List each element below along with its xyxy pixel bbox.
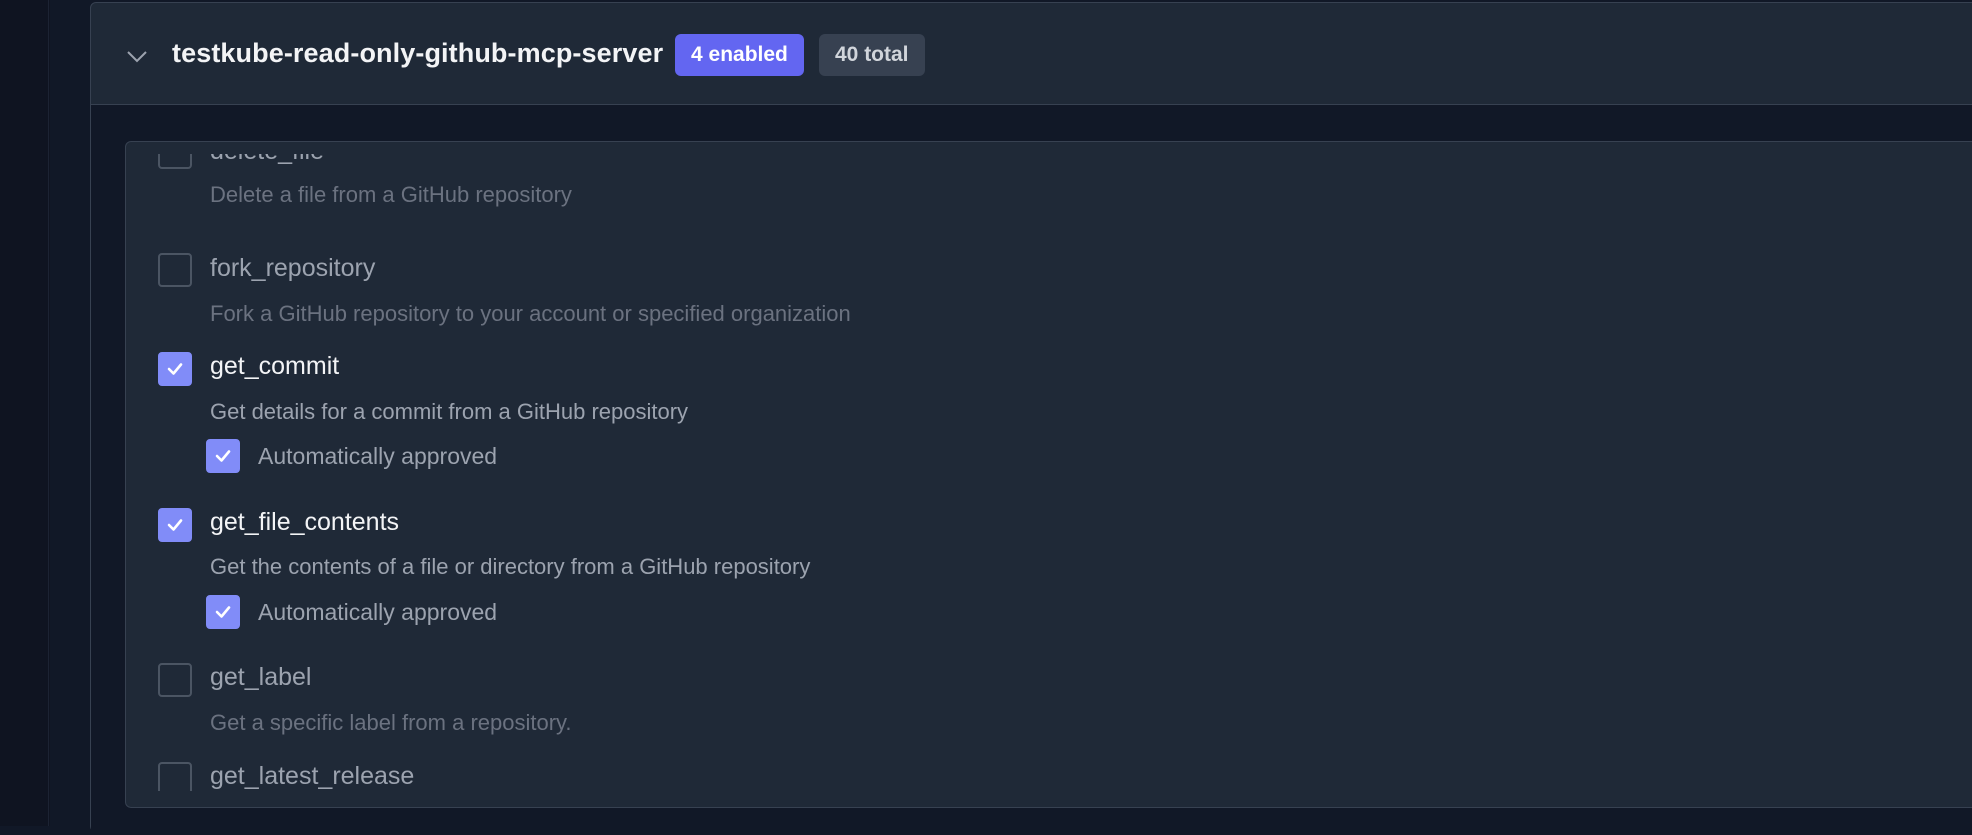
auto-approve-checkbox[interactable] [206,439,240,473]
mcp-server-card: testkube-read-only-github-mcp-server 4 e… [90,2,1972,835]
total-count-badge: 40 total [819,34,925,76]
chevron-down-icon[interactable] [125,45,149,69]
tool-name: get_latest_release [210,762,415,790]
auto-approve-label: Automatically approved [258,599,498,625]
tool-checkbox[interactable] [158,762,192,791]
tool-name: get_file_contents [210,508,400,536]
tool-name: get_commit [210,352,340,380]
tool-checkbox[interactable] [158,253,192,287]
server-name: testkube-read-only-github-mcp-server [172,38,664,68]
check-icon [215,450,231,462]
auto-approve-checkbox[interactable] [206,595,240,629]
tools-scroll-area[interactable]: delete_file Delete a file from a GitHub … [126,154,1972,791]
tool-checkbox[interactable] [158,352,192,386]
check-icon [215,606,231,618]
tool-name: delete_file [210,154,324,166]
tool-checkbox[interactable] [158,154,192,169]
tool-description: Get details for a commit from a GitHub r… [210,399,689,424]
tool-checkbox[interactable] [158,508,192,542]
divider [48,0,49,826]
auto-approve-label: Automatically approved [258,443,498,469]
tool-name: get_label [210,663,312,691]
check-icon [167,519,183,531]
tool-name: fork_repository [210,254,376,282]
tool-description: Fork a GitHub repository to your account… [210,301,851,326]
tools-list-panel[interactable]: delete_file Delete a file from a GitHub … [125,141,1972,808]
tool-description: Delete a file from a GitHub repository [210,182,572,207]
check-icon [167,363,183,375]
server-body: delete_file Delete a file from a GitHub … [91,105,1972,835]
left-gutter [0,0,50,826]
server-header[interactable]: testkube-read-only-github-mcp-server 4 e… [91,3,1972,105]
tool-checkbox[interactable] [158,663,192,697]
enabled-count-badge: 4 enabled [675,34,804,76]
tool-description: Get the contents of a file or directory … [210,554,811,579]
tool-description: Get a specific label from a repository. [210,710,572,735]
